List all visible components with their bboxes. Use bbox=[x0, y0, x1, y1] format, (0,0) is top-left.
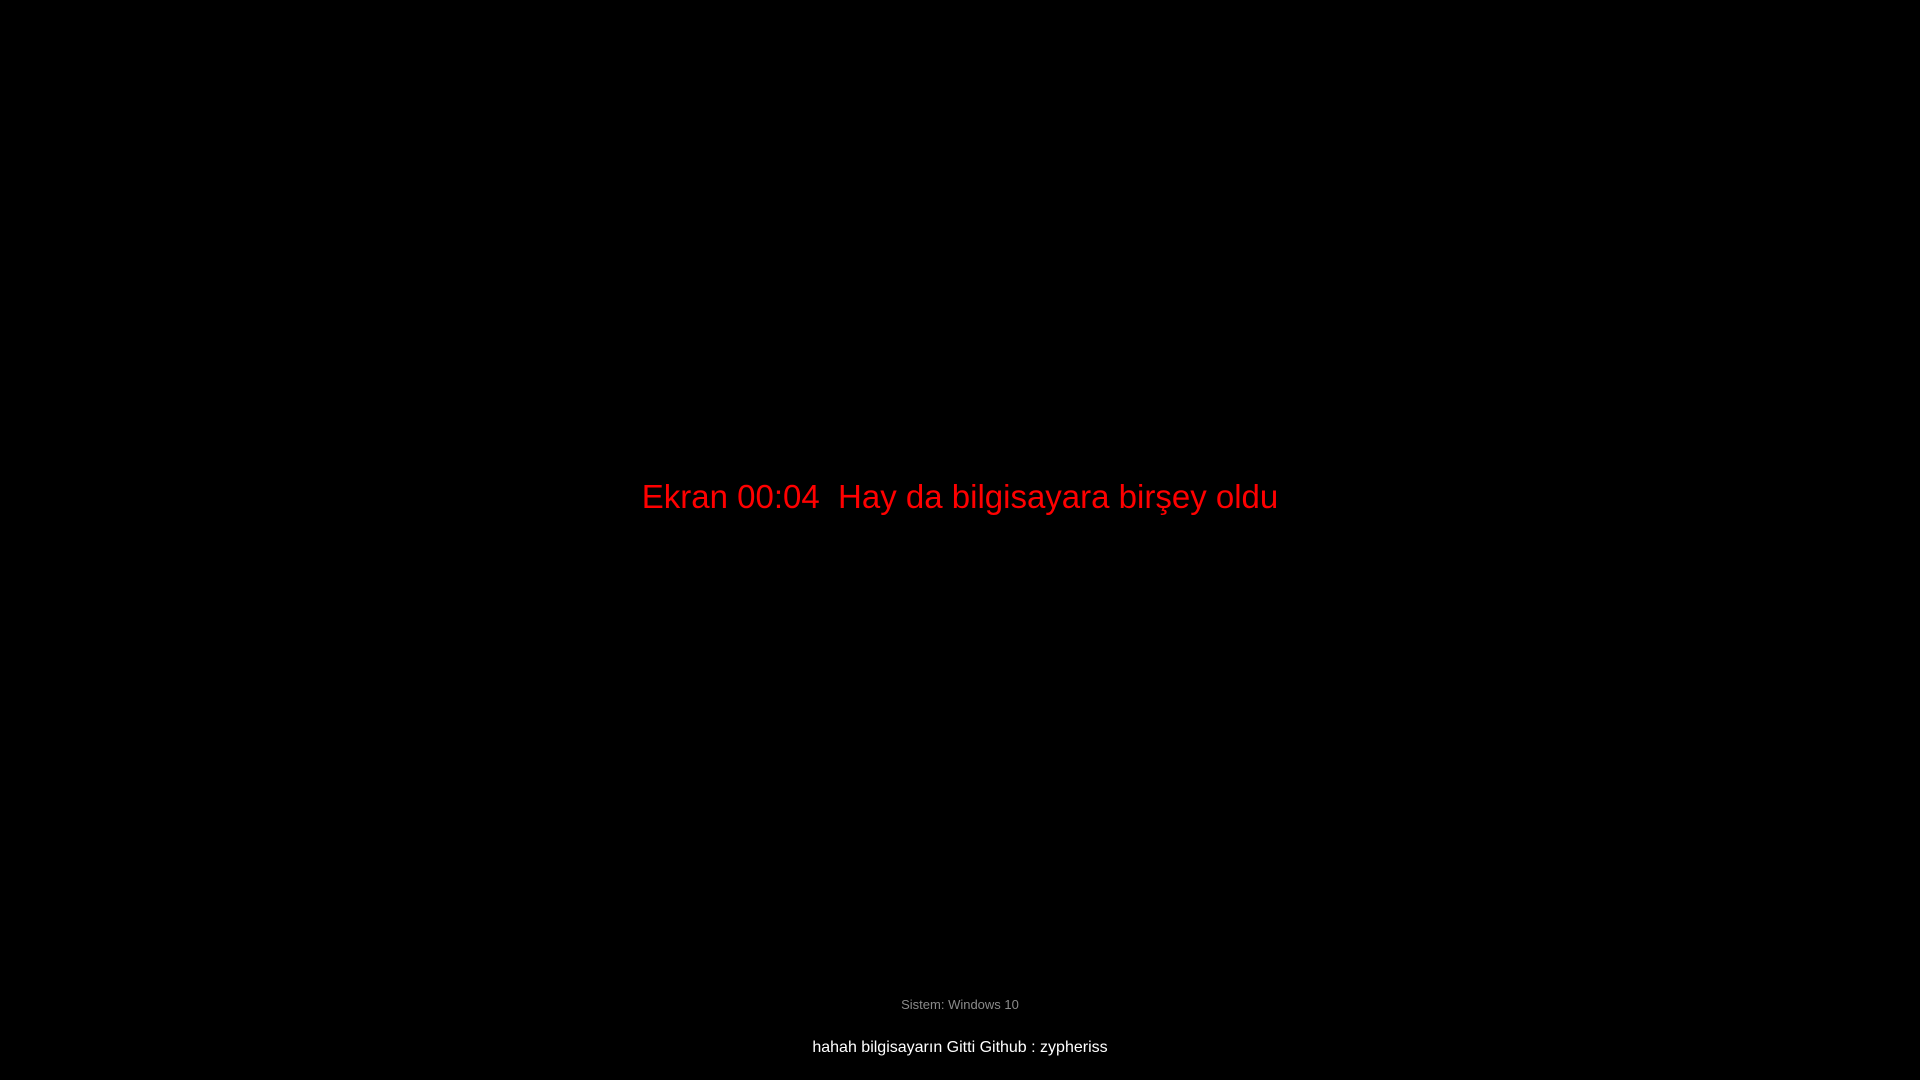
system-info-label: Sistem: Windows 10 bbox=[901, 997, 1019, 1012]
fullscreen-lock-screen: Ekran 00:04 Hay da bilgisayara birşey ol… bbox=[0, 0, 1920, 1080]
footer-credit-text: hahah bilgisayarın Gitti Github : zypher… bbox=[812, 1039, 1108, 1056]
countdown-message: Ekran 00:04 Hay da bilgisayara birşey ol… bbox=[641, 478, 1279, 515]
